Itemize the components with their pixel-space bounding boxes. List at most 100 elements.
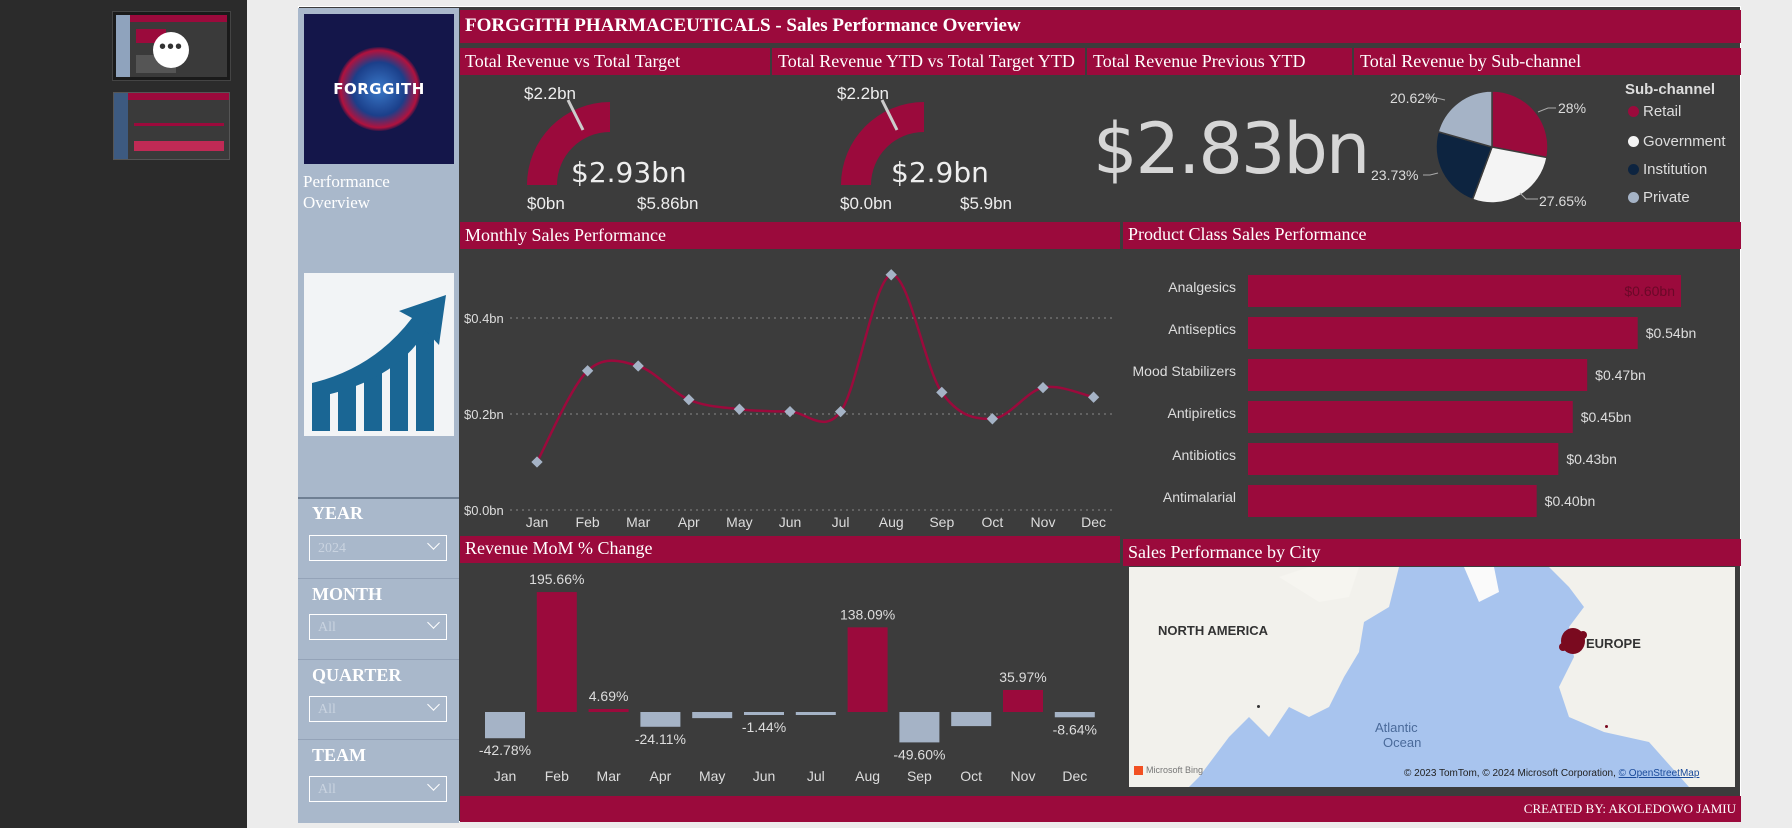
x-tick-label: Oct xyxy=(960,768,982,784)
logo-text: FORGGITH xyxy=(333,80,425,98)
x-tick-label: Nov xyxy=(1031,514,1056,530)
legend-item-government[interactable]: Government xyxy=(1628,133,1726,150)
x-tick-label: May xyxy=(699,768,725,784)
bar-value-label: -1.44% xyxy=(742,719,786,735)
bar-mar xyxy=(588,709,629,712)
x-tick-label: Jan xyxy=(526,514,549,530)
pie-label-retail: 28% xyxy=(1558,100,1587,116)
mom-change-bar-chart[interactable]: -42.78% Jan 195.66% Feb 4.69% Mar -24.11% Apr Ma… xyxy=(460,566,1120,794)
prev-ytd-value: $2.83bn xyxy=(1093,108,1370,190)
bar-value-label: -42.78% xyxy=(479,742,531,758)
x-tick-label: Aug xyxy=(855,768,880,784)
x-tick-label: Feb xyxy=(576,514,600,530)
x-tick-label: Jul xyxy=(807,768,825,784)
page-thumbnails-pane: ••• xyxy=(0,0,247,828)
data-point-dec xyxy=(1087,391,1100,403)
x-tick-label: Dec xyxy=(1081,514,1106,530)
y-tick-label: $0.0bn xyxy=(464,503,504,518)
year-dropdown[interactable]: 2024 xyxy=(309,535,447,561)
map-label-europe: EUROPE xyxy=(1586,636,1641,651)
sales-line xyxy=(535,273,1094,463)
map-label-ocean: Ocean xyxy=(1383,735,1422,750)
bar-antipiretics xyxy=(1248,401,1573,433)
month-dropdown[interactable]: All xyxy=(309,614,447,640)
bar-apr xyxy=(640,712,681,727)
sales-city-map[interactable]: NORTH AMERICA EUROPE Atlantic Ocean Micr… xyxy=(1129,567,1735,787)
gauge-min-label: $0.0bn xyxy=(840,194,892,213)
company-logo: FORGGITH xyxy=(304,14,454,164)
bar-jul xyxy=(795,712,836,715)
month-dropdown-value: All xyxy=(318,620,336,635)
x-tick-label: Dec xyxy=(1062,768,1087,784)
bar-antimalarial xyxy=(1248,485,1537,517)
data-point-jan xyxy=(531,456,543,468)
legend-item-retail[interactable]: Retail xyxy=(1628,103,1681,120)
kpi-title-rev-vs-target: Total Revenue vs Total Target xyxy=(465,51,681,71)
map-attribution: © 2023 TomTom, © 2024 Microsoft Corporat… xyxy=(1404,768,1700,779)
page-thumbnail-2[interactable] xyxy=(113,92,230,160)
category-label: Antiseptics xyxy=(1168,321,1236,337)
bar-jan xyxy=(485,712,525,739)
monthly-sales-line-chart[interactable]: $0.0bn $0.2bn $0.4bn Jan Feb Mar Apr May Jun Jul A… xyxy=(460,252,1120,534)
bar-value-label: $0.45bn xyxy=(1581,409,1632,425)
category-label: Mood Stabilizers xyxy=(1133,363,1237,379)
bar-nov xyxy=(1003,689,1043,712)
bar-value-label: 138.09% xyxy=(840,606,895,622)
y-tick-label: $0.4bn xyxy=(464,311,504,326)
more-options-button[interactable]: ••• xyxy=(153,32,189,68)
product-class-bar-chart[interactable]: Analgesics $0.60bn Antiseptics $0.54bn Mood … xyxy=(1123,260,1741,520)
x-tick-label: Sep xyxy=(929,514,954,530)
legend-item-private[interactable]: Private xyxy=(1628,189,1690,206)
x-tick-label: Feb xyxy=(545,768,569,784)
bar-value-label: 35.97% xyxy=(999,669,1046,685)
osm-link[interactable]: © OpenStreetMap xyxy=(1619,768,1700,779)
category-label: Antipiretics xyxy=(1168,405,1236,421)
bar-value-label: 195.66% xyxy=(529,571,584,587)
bar-aug xyxy=(847,627,888,712)
report-footer: CREATED BY: AKOLEDOWO JAMIU xyxy=(460,796,1741,822)
data-point-nov xyxy=(1037,381,1049,394)
pie-leader-lines xyxy=(1423,96,1556,200)
sidebar-divider xyxy=(298,578,459,579)
report-title: FORGGITH PHARMACEUTICALS - Sales Perform… xyxy=(460,10,1741,43)
x-tick-label: Jun xyxy=(779,514,802,530)
gauge-value: $2.93bn xyxy=(571,156,687,189)
bar-jun xyxy=(744,712,784,715)
bar-analgesics xyxy=(1248,275,1681,307)
performance-overview-label[interactable]: Performance Overview xyxy=(303,171,403,213)
x-tick-label: Oct xyxy=(982,514,1004,530)
gauge-target-label: $2.2bn xyxy=(524,84,576,103)
map-land xyxy=(1129,567,1735,787)
product-class-title: Product Class Sales Performance xyxy=(1123,222,1741,249)
bar-value-label: $0.47bn xyxy=(1595,367,1646,383)
data-point-may xyxy=(733,403,746,415)
data-point-apr xyxy=(683,393,695,406)
sidebar-divider xyxy=(298,739,459,740)
bar-dec xyxy=(1054,712,1095,718)
sidebar-divider xyxy=(298,659,459,660)
kpi-title-subchannel: Total Revenue by Sub-channel xyxy=(1360,51,1582,71)
year-dropdown-value: 2024 xyxy=(318,541,346,556)
month-filter-label: MONTH xyxy=(312,584,382,604)
data-point-mar xyxy=(632,360,644,372)
team-filter-label: TEAM xyxy=(312,745,366,765)
kpi-header-bar: Total Revenue vs Total Target Total Reve… xyxy=(460,48,1741,75)
growth-chart-image xyxy=(304,273,454,436)
bar-value-label: -8.64% xyxy=(1053,721,1097,737)
city-map-title: Sales Performance by City xyxy=(1123,539,1741,566)
quarter-dropdown-value: All xyxy=(318,702,336,717)
x-tick-label: Sep xyxy=(907,768,932,784)
y-tick-label: $0.2bn xyxy=(464,407,504,422)
map-label-north-america: NORTH AMERICA xyxy=(1158,623,1269,638)
bar-mood-stabilizers xyxy=(1248,359,1588,391)
legend-item-institution[interactable]: Institution xyxy=(1628,161,1707,178)
x-tick-label: Aug xyxy=(879,514,904,530)
bar-value-label: 4.69% xyxy=(589,688,629,704)
bar-value-label: $0.60bn xyxy=(1624,283,1675,299)
team-dropdown[interactable]: All xyxy=(309,776,447,802)
bar-value-label: $0.43bn xyxy=(1566,451,1617,467)
data-point-jun xyxy=(784,405,796,418)
quarter-dropdown[interactable]: All xyxy=(309,696,447,722)
x-tick-label: Jul xyxy=(832,514,850,530)
x-tick-label: Apr xyxy=(678,514,700,530)
